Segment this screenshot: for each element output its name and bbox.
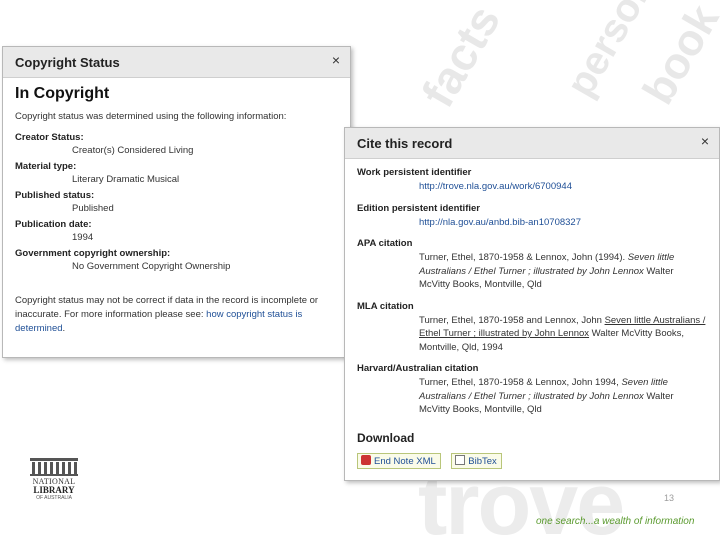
copyright-panel-header: Copyright Status × — [3, 47, 350, 78]
endnote-download-button[interactable]: End Note XML — [357, 452, 441, 469]
published-status-value: Published — [72, 203, 114, 214]
government-ownership-value: No Government Copyright Ownership — [72, 261, 231, 272]
copyright-intro: Copyright status was determined using th… — [15, 111, 287, 122]
cite-record-panel: Cite this record × Work persistent ident… — [344, 127, 720, 481]
edition-identifier-label: Edition persistent identifier — [357, 202, 480, 214]
mla-citation-text: Turner, Ethel, 1870-1958 and Lennox, Joh… — [357, 314, 707, 355]
work-identifier-label: Work persistent identifier — [357, 167, 472, 178]
svg-text:facts: facts — [411, 0, 510, 116]
bibtex-icon — [455, 454, 466, 465]
edition-identifier-link[interactable]: http://nla.gov.au/anbd.bib-an10708327 — [419, 217, 581, 228]
cite-panel-title: Cite this record — [357, 136, 453, 151]
cite-panel-header: Cite this record × — [345, 128, 719, 159]
close-cite-button[interactable]: × — [697, 133, 713, 149]
published-status-label: Published status: — [15, 190, 95, 201]
mla-citation-label: MLA citation — [357, 300, 414, 312]
copyright-panel-title: Copyright Status — [15, 55, 120, 70]
endnote-icon — [361, 454, 371, 465]
material-type-value: Literary Dramatic Musical — [72, 174, 180, 185]
copyright-status-panel: Copyright Status × In Copyright Copyrigh… — [2, 46, 351, 358]
bibtex-label: BibTex — [468, 455, 497, 467]
government-ownership-label: Government copyright ownership: — [15, 248, 171, 259]
download-buttons: End Note XML BibTex — [357, 451, 707, 469]
page-number: 13 — [664, 493, 675, 503]
material-type-label: Material type: — [15, 161, 77, 172]
download-heading: Download — [357, 430, 415, 445]
creator-status-value: Creator(s) Considered Living — [72, 145, 194, 156]
mla-part1: Turner, Ethel, 1870-1958 and Lennox, Joh… — [419, 314, 605, 326]
logo-line-library: LIBRARY — [33, 485, 75, 495]
publication-date-label: Publication date: — [15, 219, 92, 230]
tagline: one search...a wealth of information — [536, 516, 695, 527]
apa-citation-label: APA citation — [357, 238, 413, 249]
copyright-status-heading: In Copyright — [15, 85, 110, 102]
endnote-label: End Note XML — [374, 455, 436, 467]
harvard-part1: Turner, Ethel, 1870-1958 & Lennox, John … — [419, 377, 622, 388]
copyright-note-end: . — [62, 323, 66, 334]
publication-date-value: 1994 — [72, 232, 94, 243]
creator-status-label: Creator Status: — [15, 132, 84, 143]
copyright-note: Copyright status may not be correct if d… — [15, 294, 338, 336]
close-copyright-button[interactable]: × — [328, 52, 344, 68]
apa-citation-text: Turner, Ethel, 1870-1958 & Lennox, John … — [357, 251, 707, 292]
logo-line-australia: OF AUSTRALIA — [36, 495, 72, 501]
nla-logo: NATIONAL LIBRARY OF AUSTRALIA — [28, 456, 80, 514]
work-identifier-link[interactable]: http://trove.nla.gov.au/work/6700944 — [419, 181, 572, 192]
bibtex-download-button[interactable]: BibTex — [451, 452, 502, 469]
harvard-citation-label: Harvard/Australian citation — [357, 363, 479, 374]
apa-part1: Turner, Ethel, 1870-1958 & Lennox, John … — [419, 252, 628, 263]
harvard-citation-text: Turner, Ethel, 1870-1958 & Lennox, John … — [357, 376, 707, 417]
